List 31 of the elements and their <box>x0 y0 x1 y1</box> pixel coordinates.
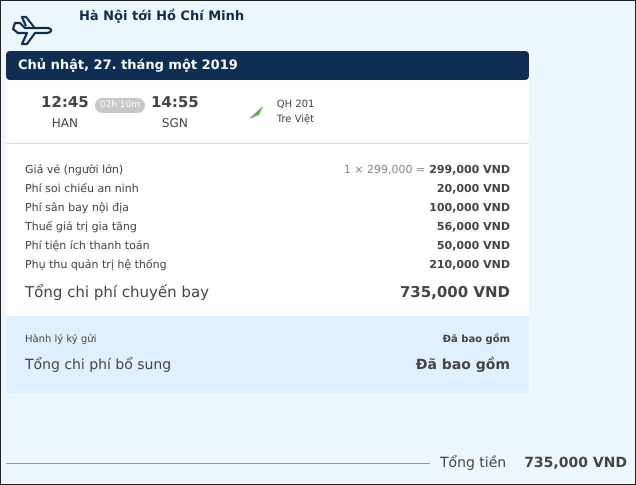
fee-label: Giá vé (người lớn) <box>25 162 124 178</box>
fee-amount: 56,000 VND <box>436 219 510 236</box>
flight-total-amount: 735,000 VND <box>400 282 510 303</box>
date-header: Chủ nhật, 27. tháng một 2019 <box>6 51 529 80</box>
arrival-airport: SGN <box>162 114 188 132</box>
flight-total-label: Tổng chi phí chuyến bay <box>25 282 210 303</box>
airline-logo-icon <box>248 104 265 118</box>
fee-amount: 299,000 VND <box>429 162 510 178</box>
airplane-icon <box>9 13 55 47</box>
flight-number: QH 201 <box>276 98 314 112</box>
extra-amount: Đã bao gồm <box>442 332 510 346</box>
fee-calculation: 1 × 299,000 = <box>344 162 426 178</box>
fee-amount: 20,000 VND <box>436 181 510 198</box>
fee-label: Phí sân bay nội địa <box>25 200 129 216</box>
route-title: Hà Nội tới Hồ Chí Minh <box>79 8 244 26</box>
fee-label: Phí tiện ích thanh toán <box>25 238 150 254</box>
grand-total-amount: 735,000 VND <box>524 454 627 473</box>
fee-label: Phí soi chiếu an ninh <box>25 181 139 198</box>
fee-label: Phụ thu quản trị hệ thống <box>25 257 167 274</box>
extra-label: Hành lý ký gửi <box>25 332 96 346</box>
grand-total-label: Tổng tiền <box>440 454 506 473</box>
extras-total-label: Tổng chi phí bổ sung <box>25 356 172 374</box>
airline-name: Tre Việt <box>276 112 314 126</box>
fee-amount: 50,000 VND <box>436 238 510 254</box>
extras-total-amount: Đã bao gồm <box>416 356 510 374</box>
departure-time: 12:45 <box>41 92 89 114</box>
arrival-time: 14:55 <box>151 92 199 114</box>
departure-airport: HAN <box>52 114 78 132</box>
fee-amount: 210,000 VND <box>429 257 510 274</box>
fee-label: Thuế giá trị gia tăng <box>25 219 137 236</box>
fee-amount: 100,000 VND <box>429 200 510 216</box>
